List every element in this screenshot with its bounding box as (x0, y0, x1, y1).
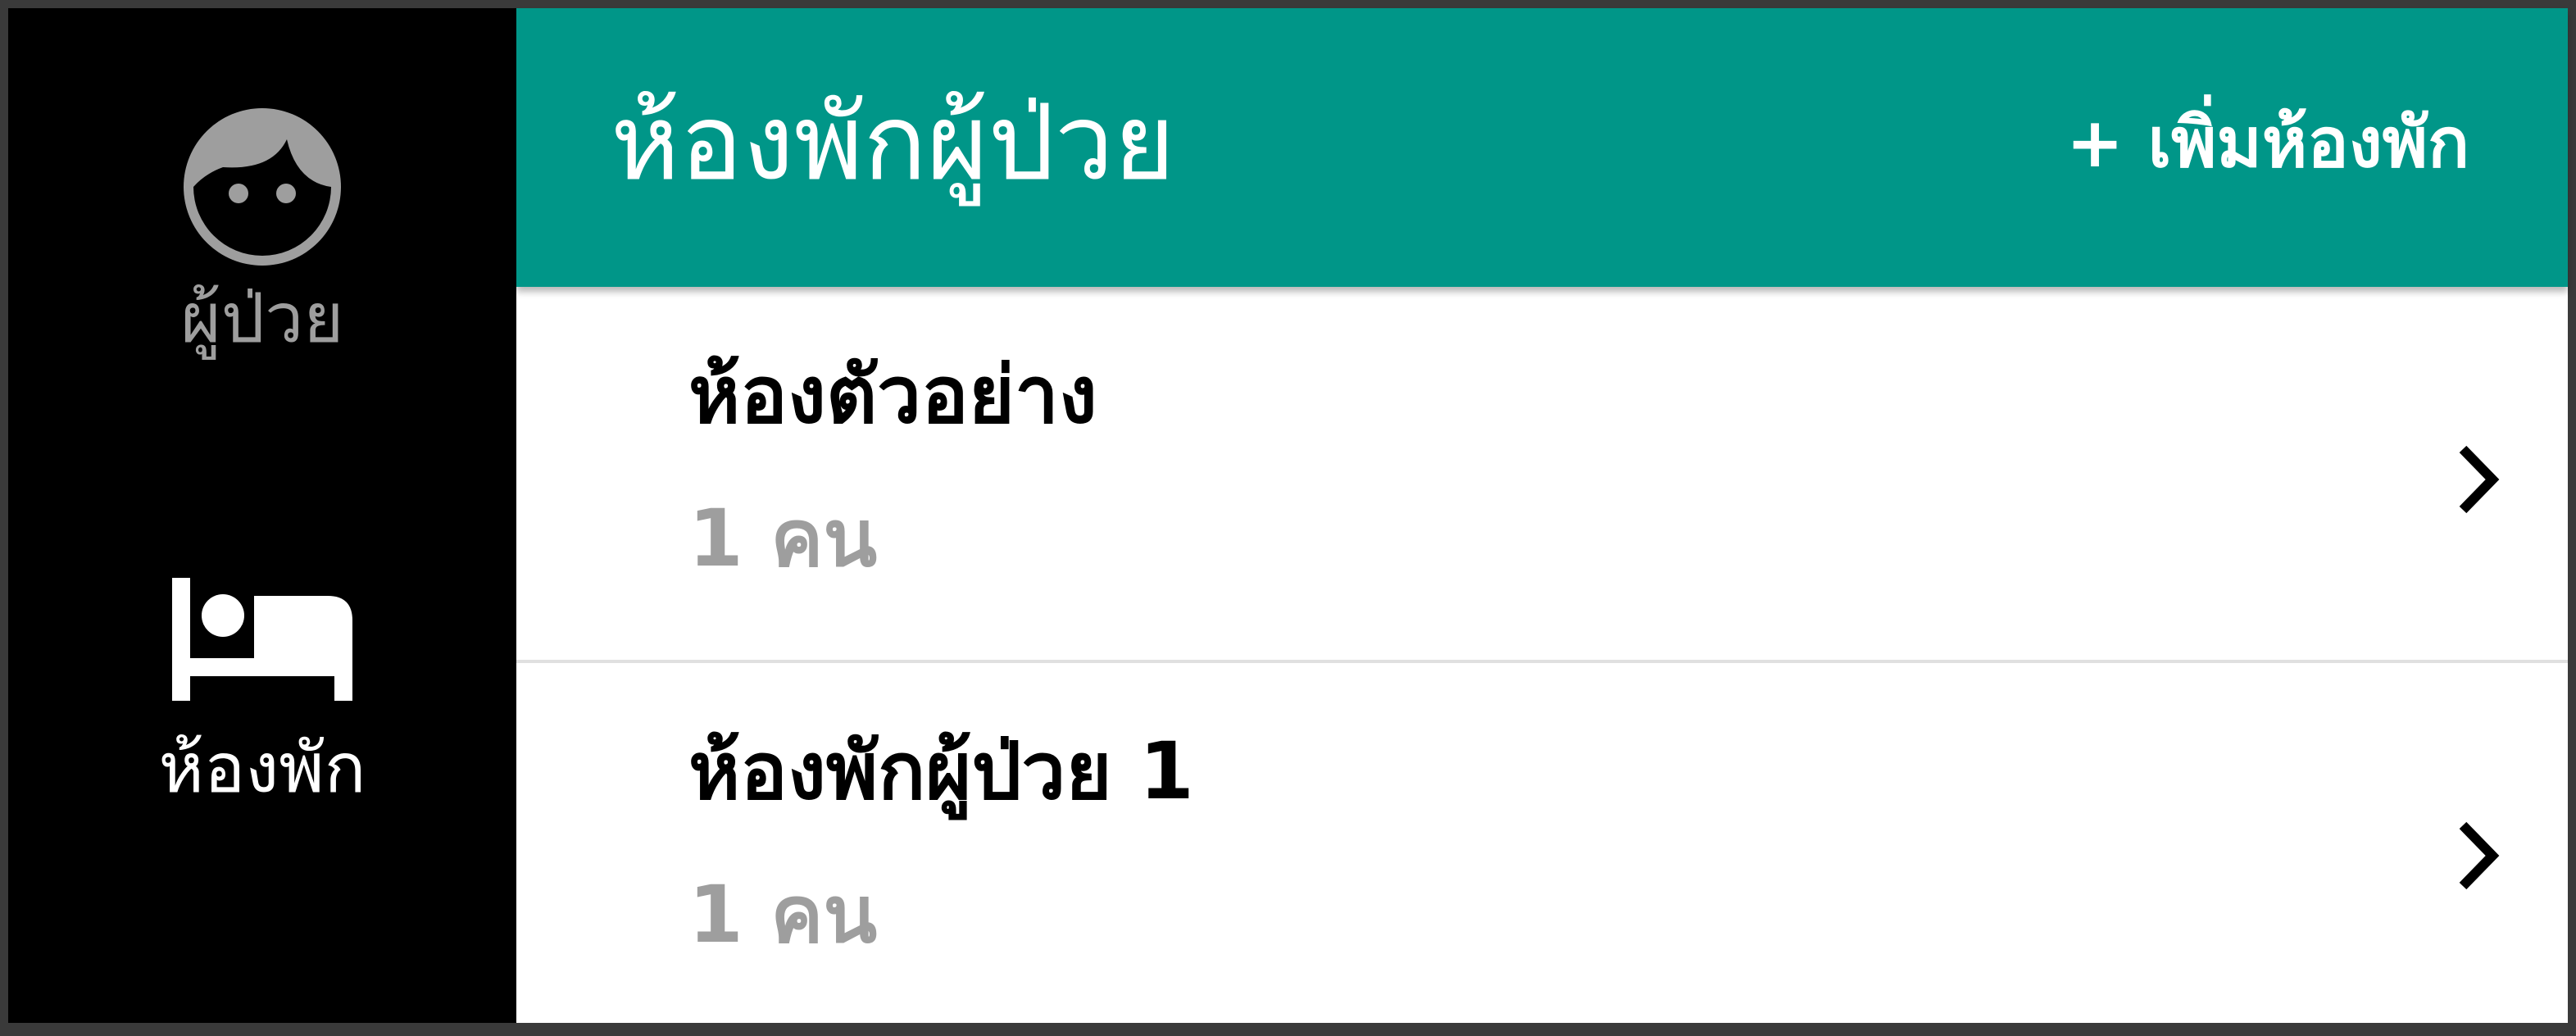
add-room-button[interactable]: + เพิ่มห้องพัก (2066, 105, 2469, 181)
room-occupancy: 1 คน (688, 493, 878, 584)
sidebar-item-label: ผู้ป่วย (180, 278, 344, 358)
list-item[interactable]: ห้องพักผู้ป่วย 1 1 คน (516, 663, 2568, 1036)
chevron-right-icon (2459, 821, 2500, 890)
room-occupancy: 1 คน (688, 869, 878, 961)
sidebar: ผู้ป่วย ห้องพัก (8, 8, 516, 1023)
page-title: ห้องพักผู้ป่วย (611, 82, 1175, 204)
sidebar-item-rooms[interactable]: ห้องพัก (8, 578, 516, 802)
list-item[interactable]: ห้องตัวอย่าง 1 คน (516, 287, 2568, 663)
face-icon (184, 108, 341, 266)
sidebar-item-patients[interactable]: ผู้ป่วย (8, 107, 516, 352)
room-name: ห้องพักผู้ป่วย 1 (688, 725, 1194, 817)
sidebar-item-label: ห้องพัก (158, 728, 366, 808)
app-bar: ห้องพักผู้ป่วย + เพิ่มห้องพัก (516, 8, 2568, 287)
main-content: ห้องพักผู้ป่วย + เพิ่มห้องพัก ห้องตัวอย่… (516, 8, 2568, 1023)
room-list: ห้องตัวอย่าง 1 คน ห้องพักผู้ป่วย 1 1 คน (516, 287, 2568, 1036)
room-name: ห้องตัวอย่าง (688, 349, 1097, 441)
app-window: ผู้ป่วย ห้องพัก ห้องพักผู้ป่วย + เพิ่มห้… (8, 8, 2568, 1023)
bed-icon (172, 578, 352, 701)
chevron-right-icon (2459, 445, 2500, 514)
